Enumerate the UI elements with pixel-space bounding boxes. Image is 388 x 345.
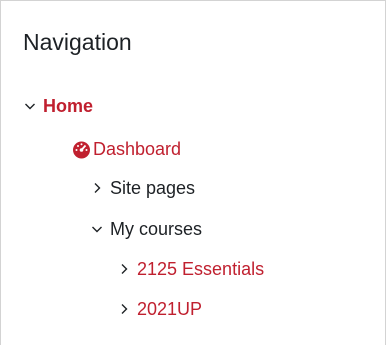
- nav-item-course[interactable]: 2021UP: [117, 297, 202, 321]
- nav-item-my-courses-label[interactable]: My courses: [110, 217, 202, 241]
- nav-item-course-label[interactable]: 2125 Essentials: [137, 257, 264, 281]
- nav-item-home-label[interactable]: Home: [43, 94, 93, 118]
- dashboard-icon: [72, 140, 91, 159]
- chevron-down-icon[interactable]: [90, 222, 104, 236]
- nav-item-site-pages-label[interactable]: Site pages: [110, 176, 195, 200]
- chevron-right-icon[interactable]: [117, 302, 131, 316]
- nav-item-dashboard[interactable]: Dashboard: [72, 137, 181, 161]
- chevron-down-icon[interactable]: [23, 99, 37, 113]
- navigation-block: Navigation Home Dashboard Site pages My …: [0, 0, 386, 345]
- nav-item-dashboard-label[interactable]: Dashboard: [93, 137, 181, 161]
- chevron-right-icon[interactable]: [90, 181, 104, 195]
- chevron-right-icon[interactable]: [117, 262, 131, 276]
- nav-item-course[interactable]: 2125 Essentials: [117, 257, 264, 281]
- nav-item-home[interactable]: Home: [23, 94, 93, 118]
- block-title: Navigation: [23, 29, 132, 55]
- nav-item-my-courses[interactable]: My courses: [90, 217, 202, 241]
- nav-item-site-pages[interactable]: Site pages: [90, 176, 195, 200]
- nav-item-course-label[interactable]: 2021UP: [137, 297, 202, 321]
